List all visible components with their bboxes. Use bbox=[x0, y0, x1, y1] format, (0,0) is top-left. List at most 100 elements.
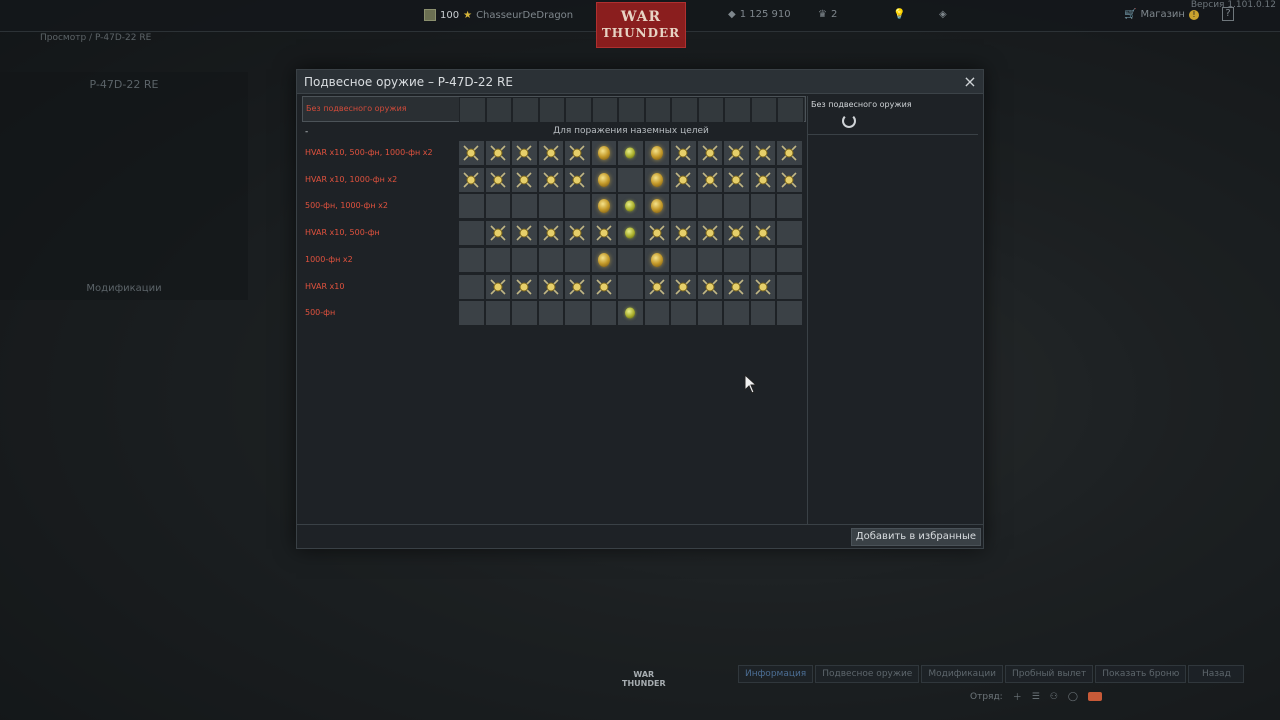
empty-slot bbox=[618, 97, 645, 123]
empty-slot bbox=[776, 193, 803, 220]
rocket-slot bbox=[564, 166, 591, 193]
profile-info[interactable]: 100 ★ ChasseurDeDragon bbox=[424, 9, 573, 21]
empty-slot bbox=[511, 300, 538, 327]
alert-icon: ! bbox=[1188, 9, 1199, 20]
preset-row[interactable]: 1000-фн x2 bbox=[302, 246, 806, 273]
empty-slot bbox=[776, 300, 803, 327]
rocket-icon bbox=[780, 144, 798, 162]
modifications-label[interactable]: Модификации bbox=[0, 283, 248, 294]
empty-slot bbox=[776, 246, 803, 273]
rocket-icon bbox=[489, 144, 507, 162]
rocket-slot bbox=[670, 166, 697, 193]
close-icon[interactable]: × bbox=[961, 73, 979, 91]
empty-slot bbox=[458, 246, 485, 273]
golden-eagles[interactable]: ♛ 2 bbox=[818, 9, 837, 20]
bottom-logo-line2: THUNDER bbox=[622, 679, 666, 688]
empty-slot bbox=[538, 97, 565, 123]
rocket-icon bbox=[568, 144, 586, 162]
empty-slot bbox=[696, 246, 723, 273]
empty-slot bbox=[484, 246, 511, 273]
preset-row[interactable]: 500-фн, 1000-фн x2 bbox=[302, 193, 806, 220]
preset-row[interactable]: HVAR x10, 1000-фн x2 bbox=[302, 166, 806, 193]
rocket-slot bbox=[484, 166, 511, 193]
squad-bar: Отряд: ＋ ☰ ⚇ ◯ bbox=[970, 690, 1102, 703]
premium-icon[interactable]: ◈ bbox=[939, 9, 947, 20]
silver-lions[interactable]: ◆ 1 125 910 bbox=[728, 9, 791, 20]
rocket-icon bbox=[568, 224, 586, 242]
empty-slot bbox=[537, 300, 564, 327]
cart-icon: 🛒 bbox=[1124, 9, 1137, 20]
preset-label: HVAR x10, 500-фн, 1000-фн x2 bbox=[305, 148, 433, 157]
rocket-slot bbox=[564, 140, 591, 166]
shop-button[interactable]: 🛒 Магазин ! bbox=[1124, 9, 1199, 20]
preset-slots bbox=[458, 166, 803, 193]
preset-row[interactable]: HVAR x10, 500-фн bbox=[302, 220, 806, 247]
rocket-slot bbox=[484, 140, 511, 166]
empty-slot bbox=[564, 300, 591, 327]
username: ChasseurDeDragon bbox=[476, 9, 574, 21]
rocket-slot bbox=[749, 166, 776, 193]
empty-slot bbox=[537, 193, 564, 220]
rocket-icon bbox=[674, 144, 692, 162]
empty-slot bbox=[512, 97, 539, 123]
tab-info[interactable]: Информация bbox=[738, 665, 814, 683]
contacts-icon[interactable]: ⚇ bbox=[1050, 692, 1058, 702]
rocket-slot bbox=[537, 220, 564, 247]
rocket-slot bbox=[723, 220, 750, 247]
empty-slot bbox=[484, 300, 511, 327]
rocket-icon bbox=[727, 278, 745, 296]
tab-secondary-weapons[interactable]: Подвесное оружие bbox=[815, 665, 920, 683]
empty-slot bbox=[643, 300, 670, 327]
preset-slots bbox=[458, 273, 803, 300]
bottom-logo: WAR THUNDER bbox=[622, 670, 666, 688]
rocket-icon bbox=[727, 144, 745, 162]
empty-slot bbox=[671, 97, 698, 123]
bomb-large-icon bbox=[650, 172, 663, 187]
rocket-icon bbox=[515, 171, 533, 189]
rocket-slot bbox=[696, 166, 723, 193]
rocket-icon bbox=[701, 278, 719, 296]
rocket-icon bbox=[674, 224, 692, 242]
list-icon[interactable]: ☰ bbox=[1032, 692, 1040, 702]
empty-slot bbox=[749, 300, 776, 327]
rocket-slot bbox=[643, 273, 670, 300]
rocket-icon bbox=[701, 171, 719, 189]
tab-back[interactable]: Назад bbox=[1188, 665, 1245, 683]
rocket-icon bbox=[754, 171, 772, 189]
preset-row[interactable]: HVAR x10 bbox=[302, 273, 806, 300]
rocket-icon bbox=[754, 278, 772, 296]
preset-row[interactable]: 500-фн bbox=[302, 300, 806, 327]
preset-label: 1000-фн x2 bbox=[305, 254, 353, 264]
empty-slot bbox=[565, 97, 592, 123]
rocket-slot bbox=[511, 166, 538, 193]
bomb-1000lb-slot bbox=[643, 140, 670, 166]
rocket-slot bbox=[670, 273, 697, 300]
empty-slot bbox=[458, 193, 485, 220]
bomb-1000lb-slot bbox=[643, 166, 670, 193]
tab-test-flight[interactable]: Пробный вылет bbox=[1005, 665, 1094, 683]
empty-slot bbox=[591, 97, 618, 123]
rocket-icon bbox=[701, 224, 719, 242]
add-squad-icon[interactable]: ＋ bbox=[1013, 690, 1022, 703]
tab-show-armor[interactable]: Показать броню bbox=[1095, 665, 1187, 683]
rocket-slot bbox=[537, 166, 564, 193]
add-to-favorites-button[interactable]: Добавить в избранные bbox=[850, 528, 981, 546]
empty-slot bbox=[511, 246, 538, 273]
empty-slot bbox=[776, 273, 803, 300]
preset-row[interactable]: HVAR x10, 500-фн, 1000-фн x2 bbox=[302, 140, 806, 166]
rocket-icon bbox=[542, 224, 560, 242]
tab-modifications[interactable]: Модификации bbox=[921, 665, 1004, 683]
preset-slots bbox=[458, 246, 803, 273]
hint-icon[interactable]: 💡 bbox=[893, 9, 905, 20]
rocket-icon bbox=[648, 278, 666, 296]
mail-icon[interactable] bbox=[1087, 692, 1102, 701]
rocket-icon bbox=[462, 171, 480, 189]
chat-icon[interactable]: ◯ bbox=[1068, 692, 1078, 702]
rocket-slot bbox=[564, 273, 591, 300]
bomb-large-icon bbox=[650, 252, 663, 267]
empty-slot bbox=[458, 220, 485, 247]
bomb-large-icon bbox=[650, 146, 663, 160]
no-weapon-row[interactable]: Без подвесного оружия bbox=[302, 96, 806, 123]
silver-lions-value: 1 125 910 bbox=[739, 9, 791, 20]
logo-line2: THUNDER bbox=[601, 26, 681, 40]
